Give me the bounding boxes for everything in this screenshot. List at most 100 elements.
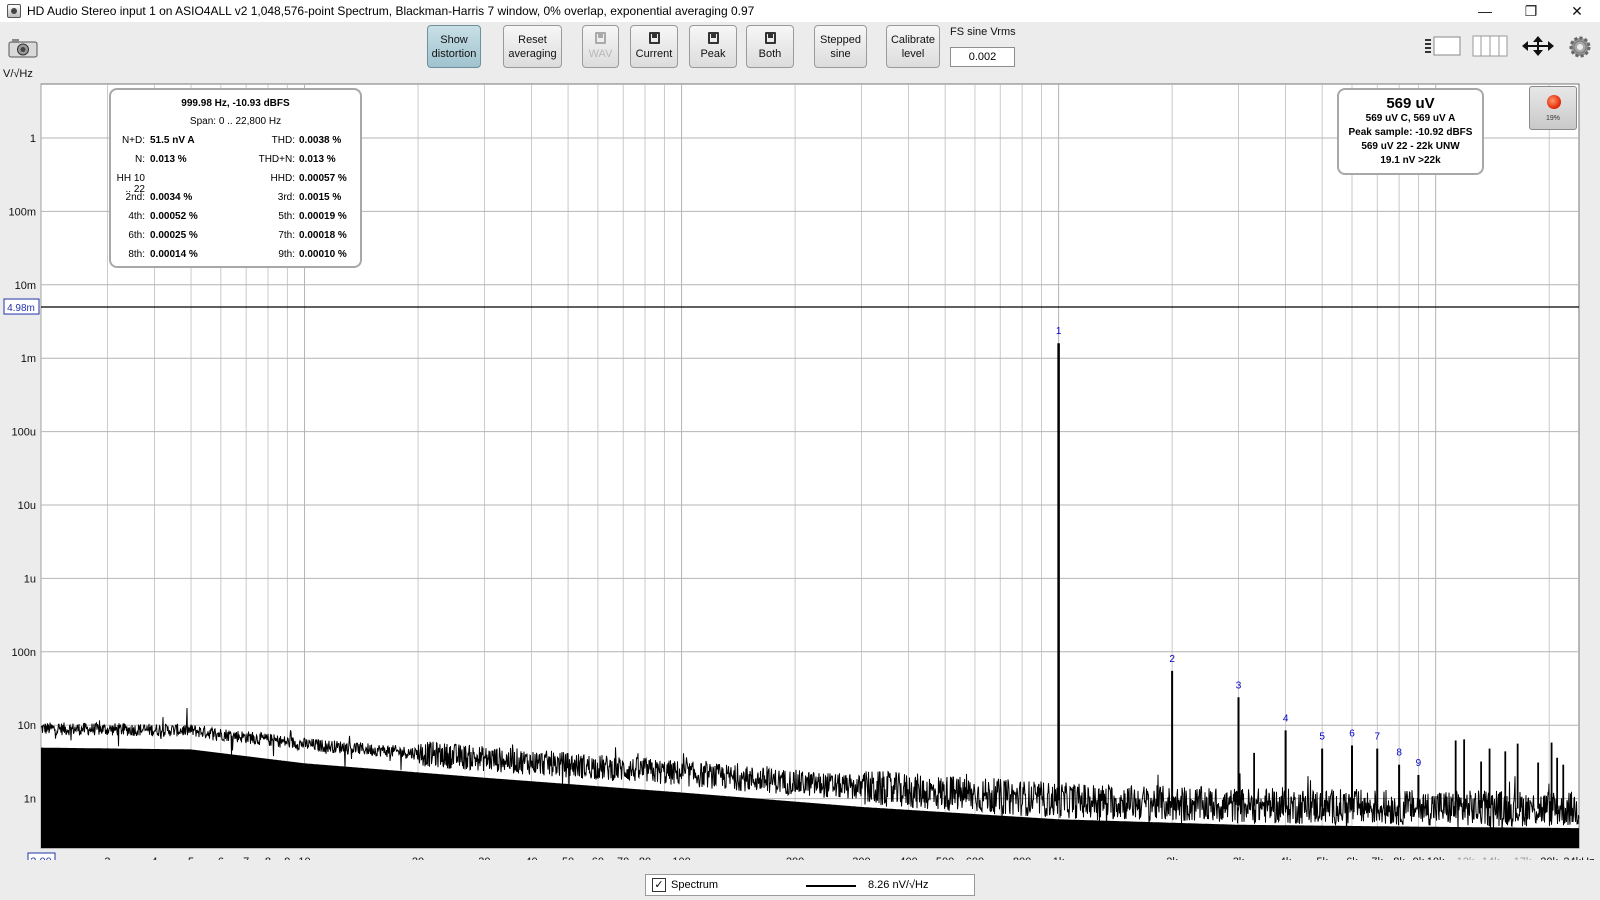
both-button[interactable]: Both — [746, 25, 794, 68]
harmonic-marker-7: 7 — [1374, 732, 1380, 743]
distortion-label: 4th: — [128, 211, 145, 222]
x-tick-label: 50 — [562, 856, 574, 860]
x-tick-label: 100 — [672, 856, 690, 860]
distortion-value: 0.00014 % — [150, 249, 198, 260]
x-tick-label: 3 — [104, 856, 110, 860]
x-tick-label: 20k — [1540, 856, 1558, 860]
level-line: 569 uV C, 569 uV A — [1365, 113, 1456, 124]
x-tick-label: 9k — [1413, 856, 1425, 860]
x-tick-label: 7k — [1371, 856, 1383, 860]
x-tick-label: 6 — [218, 856, 224, 860]
current-button[interactable]: Current — [630, 25, 678, 68]
distortion-label: 7th: — [278, 230, 295, 241]
x-tick-label: 800 — [1013, 856, 1031, 860]
distortion-value: 0.0038 % — [299, 135, 342, 146]
distortion-label: N: — [135, 154, 145, 165]
x-tick-label: 7 — [243, 856, 249, 860]
x-tick-label: 20 — [412, 856, 424, 860]
distortion-info-box[interactable]: 999.98 Hz, -10.93 dBFS Span: 0 .. 22,800… — [109, 88, 362, 268]
title-bar: HD Audio Stereo input 1 on ASIO4ALL v2 1… — [0, 0, 1600, 22]
level-main-value: 569 uV — [1386, 95, 1435, 112]
record-button[interactable]: 19% — [1529, 86, 1577, 130]
distortion-value: 0.00057 % — [299, 173, 347, 184]
harmonic-marker-1: 1 — [1056, 326, 1062, 337]
cursor-level-label: 4.98m — [7, 303, 35, 314]
x-tick-label: 9 — [284, 856, 290, 860]
record-percent: 19% — [1545, 115, 1560, 122]
distortion-row: HH 10 .. 22 HHD: 0.00057 % — [111, 173, 360, 195]
legend-cursor-value: 8.26 nV/√Hz — [868, 879, 929, 891]
distortion-label: 6th: — [128, 230, 145, 241]
x-tick-label: 10k — [1427, 856, 1445, 860]
distortion-row: 4th: 0.00052 % 5th: 0.00019 % — [111, 211, 360, 227]
x-tick-label: 4k — [1280, 856, 1292, 860]
x-tick-label: 14k — [1482, 856, 1500, 860]
distortion-value: 0.00025 % — [150, 230, 198, 241]
harmonic-marker-6: 6 — [1349, 728, 1355, 739]
app-icon — [7, 4, 21, 18]
x-tick-label: 8 — [265, 856, 271, 860]
x-tick-label: 12k — [1457, 856, 1475, 860]
restore-button[interactable]: ❐ — [1508, 0, 1554, 22]
distortion-row: 8th: 0.00014 % 9th: 0.00010 % — [111, 249, 360, 265]
distortion-label: N+D: — [121, 135, 145, 146]
reset-averaging-line1: Reset — [518, 33, 547, 46]
distortion-label: 8th: — [128, 249, 145, 260]
x-start-label: 2.00 — [30, 856, 51, 860]
distortion-value: 0.00019 % — [299, 211, 347, 222]
save-icon — [764, 32, 776, 44]
y-tick-label: 10m — [15, 280, 36, 292]
distortion-header: 999.98 Hz, -10.93 dBFS — [181, 98, 290, 109]
wav-label: WAV — [588, 48, 613, 60]
reset-averaging-line2: averaging — [508, 47, 557, 60]
camera-icon[interactable] — [8, 38, 38, 58]
y-tick-label: 1u — [24, 573, 36, 585]
level-info-box[interactable]: 569 uV 569 uV C, 569 uV A Peak sample: -… — [1337, 88, 1484, 175]
legend-position-icon[interactable] — [1423, 34, 1463, 58]
x-tick-label: 2k — [1166, 856, 1178, 860]
distortion-row: 2nd: 0.0034 % 3rd: 0.0015 % — [111, 192, 360, 208]
stepped-sine-button[interactable]: Stepped sine — [814, 25, 867, 68]
distortion-row: 6th: 0.00025 % 7th: 0.00018 % — [111, 230, 360, 246]
level-line: Peak sample: -10.92 dBFS — [1348, 127, 1473, 138]
harmonic-marker-9: 9 — [1416, 758, 1422, 769]
harmonic-marker-2: 2 — [1169, 654, 1175, 665]
level-line: 569 uV 22 - 22k UNW — [1361, 141, 1460, 152]
calibrate-level-button[interactable]: Calibrate level — [886, 25, 940, 68]
x-tick-label: 17k — [1514, 856, 1532, 860]
distortion-label: THD+N: — [258, 154, 295, 165]
x-tick-label: 4 — [151, 856, 157, 860]
close-button[interactable]: ✕ — [1554, 0, 1600, 22]
level-line: 19.1 nV >22k — [1380, 155, 1441, 166]
calibrate-level-line2: level — [901, 47, 925, 60]
peak-label: Peak — [700, 48, 726, 60]
peak-button[interactable]: Peak — [689, 25, 737, 68]
columns-icon[interactable] — [1472, 34, 1508, 58]
x-tick-label: 24kHz — [1563, 856, 1594, 860]
distortion-row: N: 0.013 % THD+N: 0.013 % — [111, 154, 360, 170]
x-tick-label: 60 — [592, 856, 604, 860]
calibrate-level-line1: Calibrate — [890, 33, 936, 46]
window-title: HD Audio Stereo input 1 on ASIO4ALL v2 1… — [27, 4, 755, 18]
gear-icon[interactable] — [1567, 34, 1593, 60]
show-distortion-button[interactable]: Show distortion — [427, 25, 481, 68]
harmonic-marker-4: 4 — [1283, 713, 1289, 724]
y-tick-label: 10n — [18, 720, 36, 732]
spectrum-checkbox[interactable]: ✓ — [652, 878, 666, 892]
x-tick-label: 3k — [1233, 856, 1245, 860]
x-tick-label: 6k — [1346, 856, 1358, 860]
harmonic-marker-3: 3 — [1236, 680, 1242, 691]
y-tick-label: 100n — [12, 647, 36, 659]
x-tick-label: 500 — [936, 856, 954, 860]
x-tick-label: 300 — [852, 856, 870, 860]
fit-view-icon[interactable] — [1520, 34, 1556, 58]
fs-sine-input[interactable] — [950, 47, 1015, 67]
minimize-button[interactable]: — — [1462, 0, 1508, 22]
stepped-sine-line1: Stepped — [820, 33, 861, 46]
x-tick-label: 8k — [1393, 856, 1405, 860]
both-label: Both — [758, 48, 782, 60]
fs-sine-label: FS sine Vrms — [950, 26, 1016, 38]
x-tick-label: 70 — [617, 856, 629, 860]
wav-button[interactable]: WAV — [582, 25, 619, 68]
reset-averaging-button[interactable]: Reset averaging — [503, 25, 562, 68]
